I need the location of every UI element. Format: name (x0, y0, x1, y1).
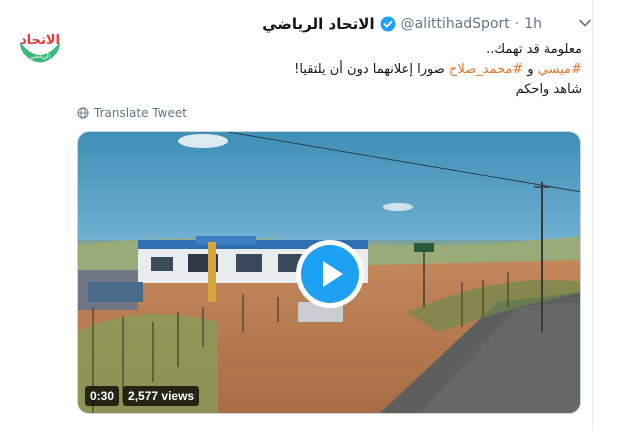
video-duration: 0:30 (85, 386, 120, 406)
right-gutter (593, 0, 628, 431)
timestamp[interactable]: 1h (524, 16, 542, 32)
video-player[interactable]: 0:30 2,577 views (77, 131, 581, 414)
play-triangle (323, 261, 343, 287)
translate-label: Translate Tweet (94, 106, 187, 120)
play-icon (301, 245, 359, 303)
verified-badge-icon (380, 16, 396, 32)
tweet-card[interactable]: الاتحاد الرياضي الاتحاد الرياضي @alittih… (0, 0, 593, 431)
translate-tweet-link[interactable]: Translate Tweet (77, 106, 187, 120)
avatar-logo-icon: الاتحاد الرياضي (20, 33, 60, 63)
avatar[interactable]: الاتحاد الرياضي (15, 20, 65, 70)
globe-icon (77, 107, 89, 119)
avatar-text-bottom: الرياضي (30, 53, 51, 60)
tweet-text-line-1: معلومة قد تهمك.. (486, 42, 582, 57)
tweet-text-line-2: #ميسي و #محمد_صلاح صورا إعلانهما دون أن … (102, 60, 582, 80)
chevron-down-icon[interactable] (578, 16, 592, 30)
tweet-text: معلومة قد تهمك.. #ميسي و #محمد_صلاح صورا… (102, 40, 582, 100)
hashtag-messi[interactable]: #ميسي (538, 62, 582, 77)
handle[interactable]: @alittihadSport (401, 16, 510, 32)
avatar-text-top: الاتحاد (20, 33, 60, 48)
author-info: الاتحاد الرياضي @alittihadSport · 1h (262, 15, 542, 33)
video-views: 2,577 views (123, 386, 200, 406)
play-button[interactable] (296, 240, 364, 308)
hashtag-mohamed-salah[interactable]: #محمد_صلاح (449, 62, 523, 77)
tweet-text-line-3: شاهد واحكم (515, 82, 582, 97)
separator: · (514, 16, 520, 32)
tweet-header: الاتحاد الرياضي @alittihadSport · 1h (75, 12, 591, 36)
conjunction: و (527, 62, 534, 77)
tweet-text-line-2-rest: صورا إعلانهما دون أن يلتقيا! (294, 62, 445, 77)
video-badges: 0:30 2,577 views (85, 386, 200, 406)
display-name[interactable]: الاتحاد الرياضي (262, 15, 374, 33)
